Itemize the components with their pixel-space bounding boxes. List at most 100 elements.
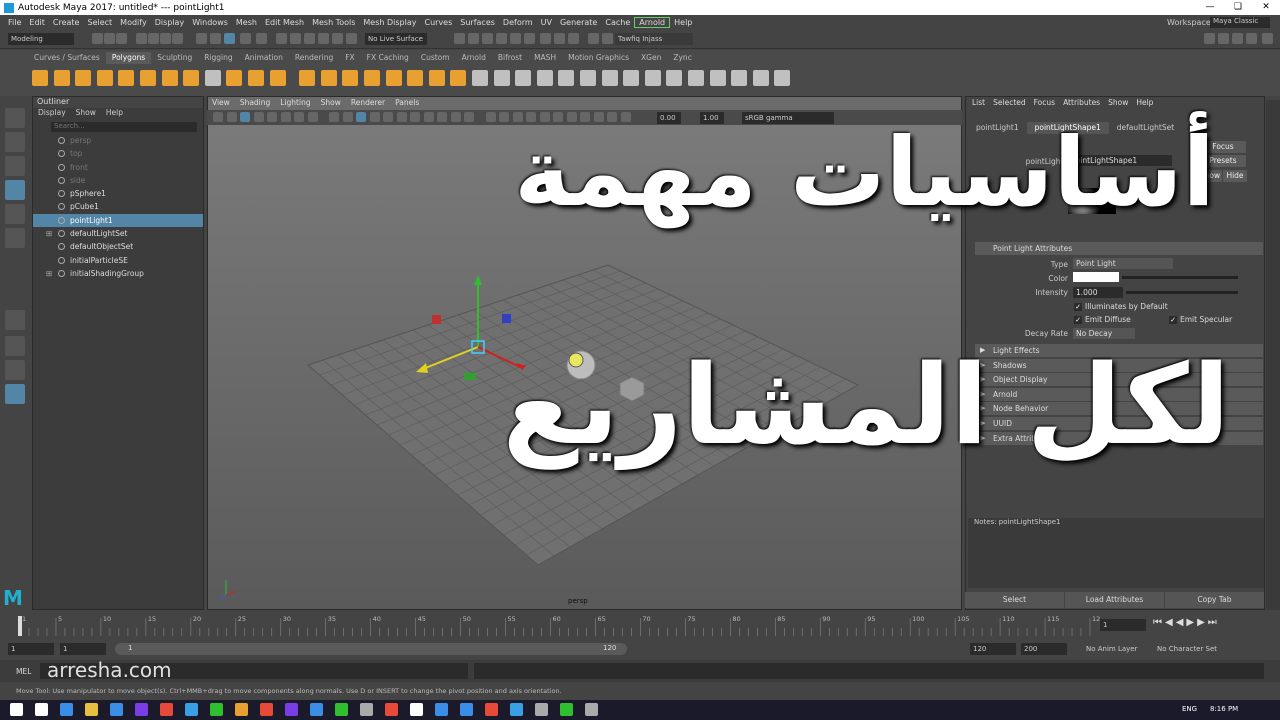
- mel-label[interactable]: MEL: [16, 667, 31, 676]
- language-indicator[interactable]: ENG: [1182, 705, 1197, 713]
- taskbar-app-icon[interactable]: [185, 703, 198, 716]
- current-frame-field[interactable]: 1: [1100, 619, 1146, 631]
- taskbar-app-icon[interactable]: [260, 703, 273, 716]
- status-tool-icon[interactable]: [104, 33, 115, 44]
- shelf-tool-icon[interactable]: [752, 70, 769, 86]
- shelf-tool-icon[interactable]: [644, 70, 661, 86]
- shelf-tool-icon[interactable]: [623, 70, 640, 86]
- shelf-tool-icon[interactable]: [515, 70, 532, 86]
- status-tool-icon[interactable]: [172, 33, 183, 44]
- lasso-tool-icon[interactable]: [5, 132, 25, 152]
- ae-menu-show[interactable]: Show: [1104, 98, 1132, 107]
- shelf-tab-motion-graphics[interactable]: Motion Graphics: [562, 52, 635, 64]
- status-tool-icon[interactable]: [524, 33, 535, 44]
- shelf-tool-icon[interactable]: [428, 70, 445, 86]
- shelf-tool-icon[interactable]: [226, 70, 243, 86]
- status-tool-icon[interactable]: [482, 33, 493, 44]
- status-tool-icon[interactable]: [92, 33, 103, 44]
- status-tool-icon[interactable]: [304, 33, 315, 44]
- menu-surfaces[interactable]: Surfaces: [456, 18, 499, 27]
- viewport-tool-icon[interactable]: [267, 112, 277, 122]
- shelf-tool-icon[interactable]: [731, 70, 748, 86]
- status-tool-icon[interactable]: [196, 33, 207, 44]
- viewport-tool-icon[interactable]: [369, 112, 380, 122]
- status-tool-icon[interactable]: [510, 33, 521, 44]
- shelf-tab-rigging[interactable]: Rigging: [198, 52, 238, 64]
- user-account-button[interactable]: Tawfiq Injass: [615, 33, 693, 45]
- rotate-tool-icon[interactable]: [5, 204, 25, 224]
- outliner-item-defaultLightSet[interactable]: ⊞ defaultLightSet: [33, 227, 203, 240]
- shelf-tool-icon[interactable]: [161, 70, 178, 86]
- playback-end-field[interactable]: 120: [970, 643, 1016, 655]
- shelf-tab-custom[interactable]: Custom: [415, 52, 456, 64]
- layout-toggle-icon[interactable]: [1218, 33, 1229, 44]
- viewport-tool-icon[interactable]: [226, 112, 237, 122]
- outliner-menu-help[interactable]: Help: [106, 108, 123, 120]
- viewport-menu-show[interactable]: Show: [316, 98, 346, 110]
- shelf-tool-icon[interactable]: [320, 70, 337, 86]
- section-point-light-attributes[interactable]: Point Light Attributes: [975, 242, 1263, 255]
- taskbar-app-icon[interactable]: [110, 703, 123, 716]
- type-dropdown[interactable]: Point Light: [1073, 258, 1173, 269]
- shelf-tool-icon[interactable]: [493, 70, 510, 86]
- menu-edit[interactable]: Edit: [25, 18, 49, 27]
- taskbar-app-icon[interactable]: [35, 703, 48, 716]
- menu-arnold[interactable]: Arnold: [634, 16, 671, 28]
- single-view-icon[interactable]: [5, 310, 25, 330]
- status-tool-icon[interactable]: [224, 33, 235, 44]
- viewport-tool-icon[interactable]: [240, 112, 250, 122]
- viewport-tool-icon[interactable]: [342, 112, 353, 122]
- menu-mesh-tools[interactable]: Mesh Tools: [308, 18, 359, 27]
- taskbar-app-icon[interactable]: [160, 703, 173, 716]
- taskbar-app-icon[interactable]: [10, 703, 23, 716]
- shelf-tool-icon[interactable]: [666, 70, 683, 86]
- viewport-tool-icon[interactable]: [213, 112, 223, 122]
- restore-button[interactable]: ❏: [1224, 0, 1252, 15]
- viewport-tool-icon[interactable]: [294, 112, 304, 122]
- intensity-field[interactable]: 1.000: [1073, 287, 1123, 298]
- shelf-tab-zync[interactable]: Zync: [667, 52, 697, 64]
- taskbar-app-icon[interactable]: [135, 703, 148, 716]
- shelf-tab-fx-caching[interactable]: FX Caching: [361, 52, 415, 64]
- load-attributes-button[interactable]: Load Attributes: [1065, 592, 1164, 608]
- intensity-slider[interactable]: [1126, 291, 1238, 294]
- emit-specular-checkbox[interactable]: ✓ Emit Specular: [1169, 315, 1232, 324]
- status-tool-icon[interactable]: [602, 33, 613, 44]
- scale-tool-icon[interactable]: [5, 228, 25, 248]
- emit-diffuse-checkbox[interactable]: ✓ Emit Diffuse: [1074, 315, 1131, 324]
- copy-tab-button[interactable]: Copy Tab: [1165, 592, 1264, 608]
- menu-display[interactable]: Display: [151, 18, 189, 27]
- shelf-tool-icon[interactable]: [558, 70, 575, 86]
- viewport-tool-icon[interactable]: [383, 112, 393, 122]
- status-tool-icon[interactable]: [332, 33, 343, 44]
- menu-curves[interactable]: Curves: [420, 18, 456, 27]
- playback-start-field[interactable]: 1: [60, 643, 106, 655]
- outliner-item-defaultObjectSet[interactable]: defaultObjectSet: [33, 240, 203, 253]
- shelf-tool-icon[interactable]: [709, 70, 726, 86]
- range-slider-bar[interactable]: 1 120: [115, 643, 627, 655]
- menu-file[interactable]: File: [4, 18, 25, 27]
- hide-button[interactable]: Hide: [1223, 170, 1247, 182]
- playback-controls[interactable]: ⏮◀◀▶▶⏭: [1153, 617, 1220, 628]
- taskbar-app-icon[interactable]: [85, 703, 98, 716]
- shelf-tool-icon[interactable]: [536, 70, 553, 86]
- illuminates-checkbox[interactable]: ✓ Illuminates by Default: [1074, 302, 1168, 311]
- shelf-tab-mash[interactable]: MASH: [528, 52, 562, 64]
- status-tool-icon[interactable]: [116, 33, 127, 44]
- menu-deform[interactable]: Deform: [499, 18, 537, 27]
- outliner-menu-display[interactable]: Display: [38, 108, 66, 120]
- status-tool-icon[interactable]: [568, 33, 579, 44]
- shelf-tab-animation[interactable]: Animation: [239, 52, 289, 64]
- outliner-item-pointLight1[interactable]: pointLight1: [33, 213, 203, 228]
- outliner-item-side[interactable]: side: [33, 174, 203, 187]
- two-view-icon[interactable]: [5, 360, 25, 380]
- viewport-tool-icon[interactable]: [329, 112, 339, 122]
- status-tool-icon[interactable]: [346, 33, 357, 44]
- shelf-tab-fx[interactable]: FX: [339, 52, 360, 64]
- layout-toggle-icon[interactable]: [1262, 33, 1273, 44]
- status-tool-icon[interactable]: [554, 33, 565, 44]
- taskbar-app-icon[interactable]: [585, 703, 598, 716]
- viewport-tool-icon[interactable]: [356, 112, 366, 122]
- menu-help[interactable]: Help: [670, 18, 696, 27]
- close-button[interactable]: ✕: [1252, 0, 1280, 15]
